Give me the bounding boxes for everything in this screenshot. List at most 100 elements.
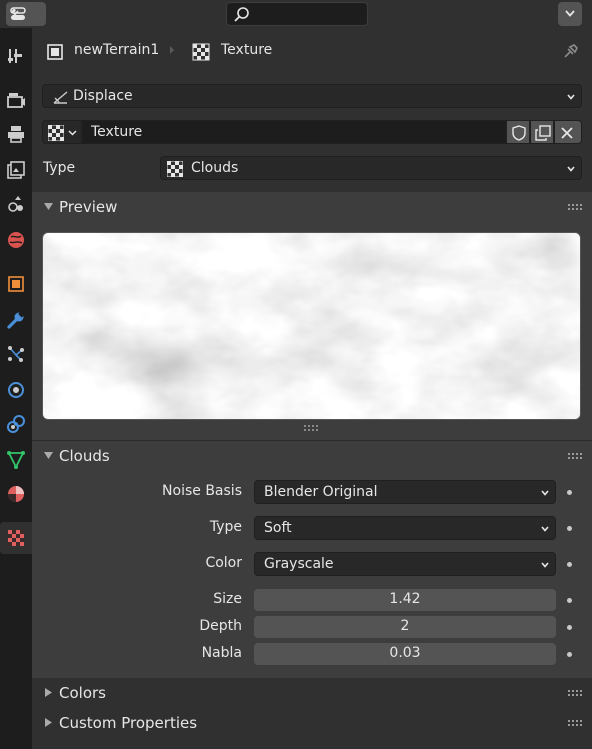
clouds-preview-graphic [43,233,580,419]
noise-basis-value: Blender Original [264,484,378,500]
tab-modifier[interactable] [0,304,32,336]
view-layer-icon [7,161,25,179]
animate-property-dot[interactable] [567,652,572,657]
colors-panel-header[interactable]: Colors [32,678,592,708]
properties-header [0,0,592,28]
particles-icon [8,346,24,362]
breadcrumb-object: newTerrain1 [74,42,160,58]
tab-data[interactable] [0,444,32,476]
chevron-down-icon [567,166,575,172]
chevron-right-icon [170,46,174,54]
texture-type-label: Clouds [191,160,239,176]
search-input[interactable] [226,2,368,26]
wrench-icon [7,311,25,329]
drag-grip-icon[interactable] [568,720,582,726]
animate-property-dot[interactable] [567,490,572,495]
collapse-arrow-down-icon [44,452,53,459]
tab-output[interactable] [0,118,32,150]
texture-preview-image [42,232,581,420]
properties-tab-bar [0,28,32,749]
tab-particles[interactable] [0,338,32,370]
type-label: Type [43,160,76,176]
animate-property-dot[interactable] [567,526,572,531]
header-menu-button[interactable] [558,2,582,26]
colors-panel-title: Colors [59,684,106,702]
duplicate-button[interactable] [530,120,554,144]
modifier-dropdown-label: Displace [73,88,133,104]
chevron-down-icon [11,10,19,16]
properties-main: newTerrain1 Texture Displace Texture Typ… [32,28,592,749]
render-icon [7,93,25,108]
size-label: Size [213,591,242,607]
tab-texture[interactable] [0,522,32,554]
depth-field[interactable]: 2 [254,616,556,638]
material-icon [8,486,24,502]
chevron-down-icon [565,10,575,17]
shield-icon [512,125,526,141]
chevron-down-icon [567,94,575,100]
duplicate-icon [535,125,551,141]
clouds-panel-header[interactable]: Clouds [32,440,592,470]
drag-grip-icon[interactable] [568,453,582,459]
mesh-data-icon [7,451,25,470]
displace-modifier-icon [53,91,68,104]
resize-grip-icon[interactable] [304,425,318,431]
tab-physics[interactable] [0,374,32,406]
cloud-type-value: Soft [264,520,292,536]
clouds-panel-body: Noise Basis Blender Original Type Soft C… [32,470,592,678]
cloud-type-label: Type [209,519,242,535]
tab-constraints[interactable] [0,408,32,440]
tab-view-layer[interactable] [0,154,32,186]
unlink-button[interactable] [554,120,582,144]
chevron-down-icon [541,526,549,532]
tab-object[interactable] [0,268,32,300]
world-icon [8,232,24,248]
tab-world[interactable] [0,224,32,256]
constraint-icon [7,415,25,433]
animate-property-dot[interactable] [567,562,572,567]
noise-basis-dropdown[interactable]: Blender Original [254,480,556,504]
animate-property-dot[interactable] [567,625,572,630]
animate-property-dot[interactable] [567,598,572,603]
tab-scene[interactable] [0,188,32,220]
breadcrumb-texture: Texture [221,42,273,58]
drag-grip-icon[interactable] [568,690,582,696]
modifier-dropdown[interactable]: Displace [42,84,582,108]
collapse-arrow-right-icon [45,718,52,727]
collapse-arrow-right-icon [45,688,52,697]
custom-properties-panel-title: Custom Properties [59,714,198,732]
texture-icon [48,125,64,141]
texture-browse-button[interactable] [42,120,82,144]
tab-render[interactable] [0,84,32,116]
noise-basis-label: Noise Basis [162,483,242,499]
color-dropdown[interactable]: Grayscale [254,552,556,576]
editor-type-button[interactable] [6,2,46,26]
scene-icon [8,196,23,212]
texture-name-field[interactable]: Texture [82,120,506,144]
texture-type-dropdown[interactable]: Clouds [160,156,582,180]
texture-icon [167,161,183,177]
drag-grip-icon[interactable] [568,204,582,210]
clouds-panel-title: Clouds [59,447,110,465]
fake-user-button[interactable] [506,120,530,144]
object-icon [8,276,24,292]
search-icon [234,7,249,22]
tab-material[interactable] [0,478,32,510]
nabla-field[interactable]: 0.03 [254,643,556,665]
object-icon [47,44,63,60]
preview-panel-title: Preview [59,198,118,216]
chevron-down-icon [541,490,549,496]
depth-label: Depth [199,618,242,634]
pin-icon[interactable] [562,42,580,60]
size-field[interactable]: 1.42 [254,589,556,611]
custom-properties-panel-header[interactable]: Custom Properties [32,708,592,738]
cloud-type-dropdown[interactable]: Soft [254,516,556,540]
texture-icon [192,43,210,61]
chevron-down-icon [541,562,549,568]
tab-tool[interactable] [0,40,32,72]
breadcrumb: newTerrain1 Texture [32,28,592,74]
tool-icon [8,49,22,63]
nabla-label: Nabla [201,645,242,661]
preview-panel-header[interactable]: Preview [32,192,592,222]
texture-datablock-row: Texture [42,120,582,144]
